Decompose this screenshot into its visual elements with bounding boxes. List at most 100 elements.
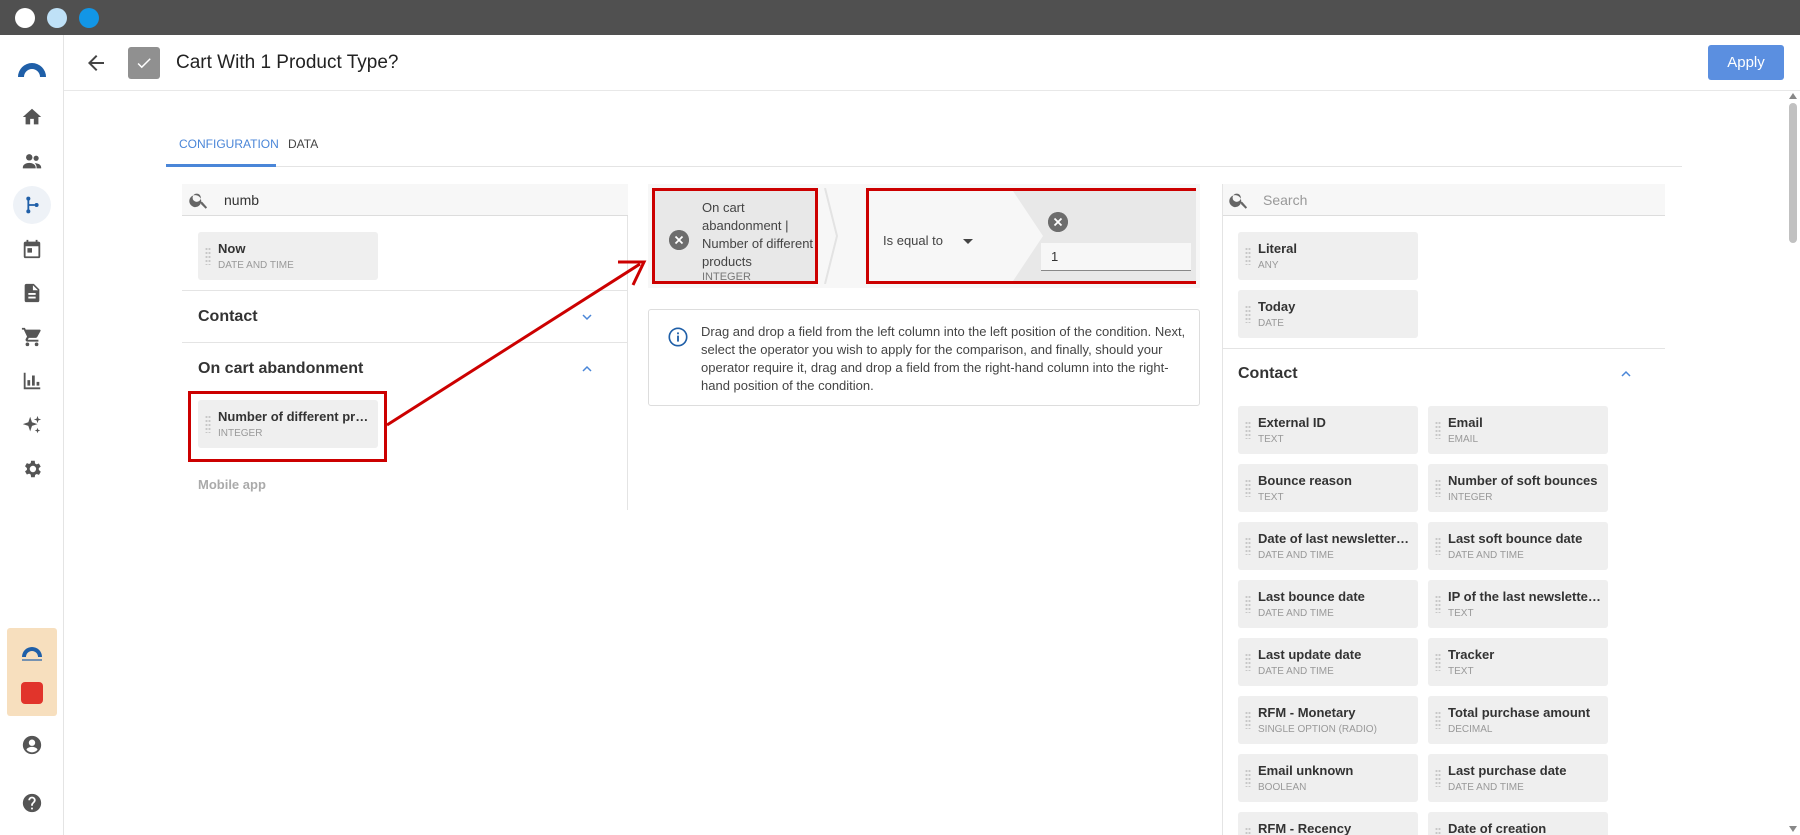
scroll-up-icon[interactable] [1789, 93, 1797, 99]
back-arrow-icon[interactable] [84, 51, 108, 75]
operator-select[interactable]: Is equal to [883, 233, 943, 248]
section-contact-title[interactable]: Contact [1238, 365, 1298, 383]
scroll-down-icon[interactable] [1789, 826, 1797, 832]
field-name: Date of last newsletter reading [1258, 531, 1412, 546]
field-name: IP of the last newsletter reading [1448, 589, 1602, 604]
drag-handle-icon[interactable] [1245, 711, 1251, 729]
condition-left-operand[interactable]: On cart abandonment | Number of differen… [652, 188, 818, 284]
field-type: DATE AND TIME [1448, 782, 1524, 793]
field-card-contact[interactable]: External ID TEXT [1238, 406, 1418, 454]
window-titlebar [0, 0, 1800, 35]
drag-handle-icon[interactable] [1435, 827, 1441, 835]
calendar-icon[interactable] [20, 237, 44, 261]
right-search-input[interactable] [1263, 189, 1643, 211]
field-card-contact[interactable]: Last bounce date DATE AND TIME [1238, 580, 1418, 628]
tab-configuration[interactable]: CONFIGURATION [166, 137, 279, 167]
sparkle-icon[interactable] [20, 413, 44, 437]
field-card-contact[interactable]: RFM - Monetary SINGLE OPTION (RADIO) [1238, 696, 1418, 744]
drag-handle-icon[interactable] [1245, 769, 1251, 787]
field-name: RFM - Recency [1258, 821, 1352, 835]
field-card-contact[interactable]: Last soft bounce date DATE AND TIME [1428, 522, 1608, 570]
page-header: Cart With 1 Product Type? Apply [64, 35, 1800, 91]
field-card-contact[interactable]: IP of the last newsletter reading TEXT [1428, 580, 1608, 628]
section-cart-abandonment-title[interactable]: On cart abandonment [198, 360, 363, 378]
contacts-icon[interactable] [20, 149, 44, 173]
drag-handle-icon[interactable] [1435, 653, 1441, 671]
field-card-literal[interactable]: Literal ANY [1238, 232, 1418, 280]
app-logo-icon[interactable] [14, 49, 50, 85]
window-minimize-button[interactable] [47, 8, 67, 28]
field-name: Date of creation [1448, 821, 1547, 835]
promo-banner[interactable] [7, 628, 57, 716]
field-card-contact[interactable]: Total purchase amount DECIMAL [1428, 696, 1608, 744]
left-operand-type: INTEGER [702, 271, 751, 283]
field-type: TEXT [1448, 666, 1474, 677]
field-card-contact[interactable]: RFM - Recency [1238, 812, 1418, 835]
drag-handle-icon[interactable] [1245, 305, 1251, 323]
field-name: Number of soft bounces [1448, 473, 1598, 488]
condition-right-operand[interactable] [1013, 191, 1196, 281]
window-maximize-button[interactable] [79, 8, 99, 28]
field-card-contact[interactable]: Email unknown BOOLEAN [1238, 754, 1418, 802]
field-name: External ID [1258, 415, 1326, 430]
home-icon[interactable] [20, 105, 44, 129]
chart-icon[interactable] [20, 369, 44, 393]
apply-button[interactable]: Apply [1708, 45, 1784, 80]
account-icon[interactable] [20, 733, 44, 757]
tab-data[interactable]: DATA [288, 137, 318, 167]
field-card-today[interactable]: Today DATE [1238, 290, 1418, 338]
caret-down-icon[interactable] [963, 239, 973, 244]
chevron-up-icon[interactable] [1621, 369, 1631, 379]
drag-handle-icon[interactable] [1245, 653, 1251, 671]
search-icon [189, 193, 208, 209]
workflow-icon[interactable] [13, 186, 51, 224]
field-type: TEXT [1258, 434, 1284, 445]
drag-handle-icon[interactable] [1245, 537, 1251, 555]
field-card-now[interactable]: Now DATE AND TIME [198, 232, 378, 280]
document-icon[interactable] [20, 281, 44, 305]
field-type: DATE AND TIME [218, 260, 294, 271]
field-card-contact[interactable]: Tracker TEXT [1428, 638, 1608, 686]
field-card-contact[interactable]: Last update date DATE AND TIME [1238, 638, 1418, 686]
field-name: Bounce reason [1258, 473, 1352, 488]
annotation-highlight-box [188, 391, 387, 462]
section-mobile-app-title[interactable]: Mobile app [198, 477, 266, 492]
chevron-up-icon[interactable] [582, 364, 592, 374]
window-close-button[interactable] [15, 8, 35, 28]
promo-logo-icon [22, 647, 42, 661]
drag-handle-icon[interactable] [1435, 421, 1441, 439]
left-search-input[interactable] [224, 189, 604, 211]
field-card-contact[interactable]: Last purchase date DATE AND TIME [1428, 754, 1608, 802]
drag-handle-icon[interactable] [1245, 247, 1251, 265]
page-title: Cart With 1 Product Type? [176, 52, 399, 73]
drag-handle-icon[interactable] [1245, 827, 1251, 835]
drag-handle-icon[interactable] [1435, 537, 1441, 555]
field-card-contact[interactable]: Date of last newsletter reading DATE AND… [1238, 522, 1418, 570]
drag-handle-icon[interactable] [1245, 479, 1251, 497]
cart-icon[interactable] [20, 325, 44, 349]
field-card-contact[interactable]: Number of soft bounces INTEGER [1428, 464, 1608, 512]
drag-handle-icon[interactable] [1435, 595, 1441, 613]
chevron-down-icon[interactable] [582, 312, 592, 322]
help-icon[interactable] [20, 791, 44, 815]
drag-handle-icon[interactable] [1245, 421, 1251, 439]
remove-left-operand-icon[interactable] [669, 230, 689, 250]
field-card-contact[interactable]: Bounce reason TEXT [1238, 464, 1418, 512]
remove-right-operand-icon[interactable] [1048, 212, 1068, 232]
condition-builder: On cart abandonment | Number of differen… [648, 184, 1200, 288]
drag-handle-icon[interactable] [1435, 711, 1441, 729]
condition-value-input[interactable] [1041, 243, 1191, 271]
section-contact-title[interactable]: Contact [198, 308, 258, 326]
drag-handle-icon[interactable] [1245, 595, 1251, 613]
scrollbar-thumb[interactable] [1789, 103, 1797, 243]
field-card-contact[interactable]: Email EMAIL [1428, 406, 1608, 454]
gear-icon[interactable] [20, 457, 44, 481]
field-name: Tracker [1448, 647, 1495, 662]
info-text: Drag and drop a field from the left colu… [701, 324, 1186, 393]
page-scrollbar[interactable] [1786, 91, 1800, 835]
drag-handle-icon[interactable] [1435, 479, 1441, 497]
drag-handle-icon[interactable] [1435, 769, 1441, 787]
drag-handle-icon[interactable] [205, 247, 211, 265]
field-card-contact[interactable]: Date of creation [1428, 812, 1608, 835]
field-type: DATE AND TIME [1258, 608, 1334, 619]
